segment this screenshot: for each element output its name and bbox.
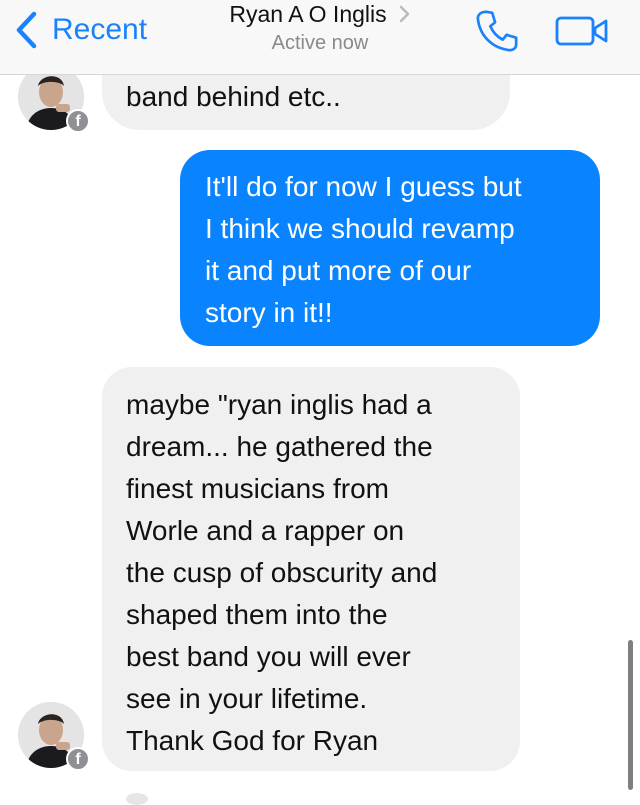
message-line: best band you will ever [126,641,411,672]
message-line: Thank God for Ryan [126,725,379,756]
message-line: I think we should revamp [205,213,515,244]
back-button[interactable]: Recent [14,8,147,52]
message-line: dream... he gathered the [126,431,433,462]
message-line: the cusp of obscurity and [126,557,438,588]
chevron-right-icon [399,5,409,23]
conversation-header: Recent Ryan A O Inglis Active now [0,0,640,75]
message-line: maybe "ryan inglis had a [126,389,432,420]
message-line: band behind etc.. [126,81,341,112]
message-line: it and put more of our [205,255,472,286]
message-line: see in your lifetime. [126,683,368,714]
active-status: Active now [271,32,369,54]
scrollbar[interactable] [628,640,633,790]
video-camera-icon[interactable] [554,12,610,50]
message-line: finest musicians from [126,473,389,504]
message-line: story in it!! [205,297,333,328]
facebook-icon: f [66,747,90,771]
message-line: Worle and a rapper on [126,515,405,546]
message-line: It'll do for now I guess but [205,171,522,202]
facebook-icon: f [66,109,90,133]
contact-info-button[interactable]: Ryan A O Inglis Active now [190,0,450,55]
phone-icon[interactable] [474,8,520,54]
back-label: Recent [52,13,148,46]
message-line: shaped them into the [126,599,388,630]
next-message-peek [126,793,148,805]
received-message-bubble[interactable]: maybe "ryan inglis had a dream... he gat… [102,367,520,771]
contact-name: Ryan A O Inglis [229,0,387,27]
sent-message-bubble[interactable]: It'll do for now I guess but I think we … [180,150,600,346]
chevron-left-icon [16,11,37,49]
